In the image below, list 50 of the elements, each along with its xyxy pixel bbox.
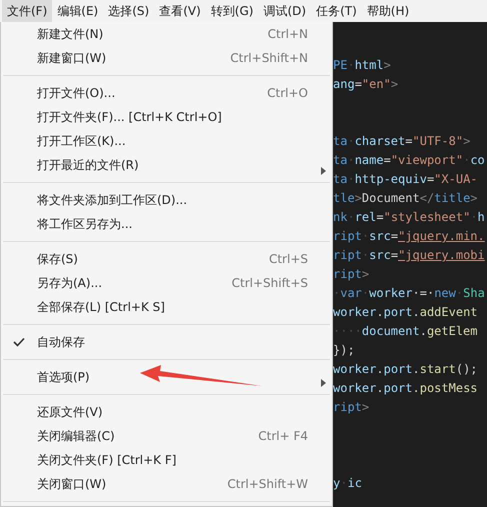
code-line: y·ic	[333, 476, 362, 490]
menu-item[interactable]: 关闭窗口(W)	[37, 477, 106, 491]
shortcut-label: Ctrl+Shift+W	[227, 476, 309, 493]
code-line: ript·src="jquery.min.	[333, 229, 485, 243]
menu-item[interactable]: 另存为(A)...	[37, 276, 102, 290]
code-line: });	[333, 343, 355, 357]
menu-bar-item[interactable]: 转到(G)	[206, 0, 258, 22]
shortcut-label: Ctrl+Shift+S	[232, 275, 309, 292]
menu-item[interactable]: 保存(S)	[37, 252, 78, 266]
shortcut-label: Ctrl+O	[267, 85, 309, 102]
shortcut-label: Ctrl+N	[268, 26, 309, 43]
code-line: tle>Document</title>	[333, 191, 478, 205]
menu-item[interactable]: 首选项(P)	[37, 370, 90, 384]
shortcut-label: Ctrl+Shift+N	[230, 50, 309, 67]
shortcut-label: Ctrl+ F4	[258, 428, 309, 445]
menu-bar-item[interactable]: 编辑(E)	[52, 0, 104, 22]
menu-item[interactable]: 打开文件夹(F)... [Ctrl+K Ctrl+O]	[37, 110, 222, 124]
code-line: nk·rel="stylesheet"·h	[333, 210, 485, 224]
menu-item[interactable]: 自动保存	[37, 335, 85, 349]
code-line: ta·http-equiv="X-UA-	[333, 172, 478, 186]
code-line: ript>	[333, 267, 370, 281]
code-line: ript·src="jquery.mobi	[333, 248, 485, 262]
menu-item[interactable]: 新建窗口(W)	[37, 51, 106, 65]
code-line: ript>	[333, 400, 370, 414]
menu-bar-item[interactable]: 调试(D)	[258, 0, 312, 22]
menu-item[interactable]: 新建文件(N)	[37, 27, 104, 41]
code-line: ta·charset="UTF-8">	[333, 134, 470, 148]
menu-bar-item[interactable]: 帮助(H)	[362, 0, 414, 22]
menu-item[interactable]: 关闭编辑器(C)	[37, 429, 115, 443]
code-line: ····document.getElem	[333, 324, 478, 338]
menu-item[interactable]: 关闭文件夹(F) [Ctrl+K F]	[37, 453, 176, 467]
code-line: ang="en">	[333, 77, 398, 91]
menu-item[interactable]: 还原文件(V)	[37, 405, 103, 419]
menu-item[interactable]: 全部保存(L) [Ctrl+K S]	[37, 300, 165, 314]
code-line: ta·name="viewport"·co	[333, 153, 485, 167]
code-line: ·var·worker·=·new·Sha	[333, 286, 485, 300]
menu-bar-item[interactable]: 文件(F)	[2, 0, 52, 22]
code-line: worker.port.postMess	[333, 381, 478, 395]
shortcut-label: Ctrl+S	[268, 251, 309, 268]
menu-bar-item[interactable]: 查看(V)	[154, 0, 206, 22]
menu-item[interactable]: 打开文件(O)...	[37, 86, 116, 100]
code-line: PE·html>	[333, 58, 391, 72]
menu-bar-item[interactable]: 选择(S)	[103, 0, 154, 22]
menu-bar-item[interactable]: 任务(T)	[311, 0, 362, 22]
menu-item[interactable]: 打开最近的文件(R)	[37, 158, 139, 172]
menu-item[interactable]: 打开工作区(K)...	[37, 134, 126, 148]
menu-item[interactable]: 将工作区另存为...	[37, 217, 132, 231]
menu-item[interactable]: 将文件夹添加到工作区(D)...	[37, 193, 188, 207]
code-line: worker.port.start();	[333, 362, 478, 376]
code-line: worker.port.addEvent	[333, 305, 478, 319]
